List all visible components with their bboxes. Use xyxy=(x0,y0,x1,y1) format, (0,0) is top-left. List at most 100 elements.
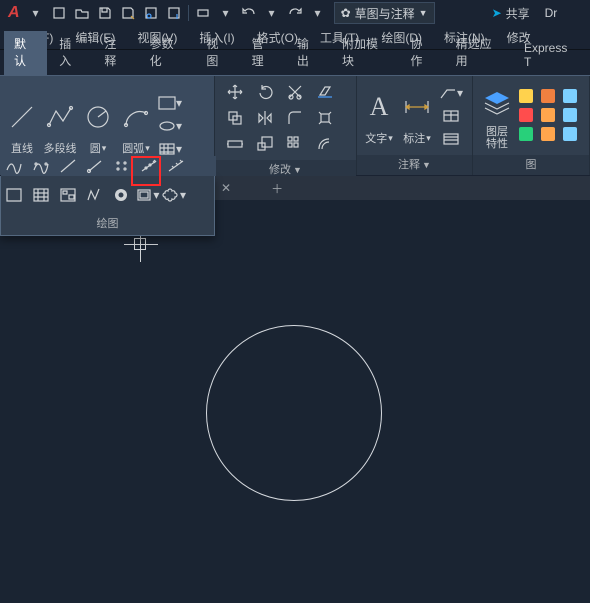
tool-text[interactable]: A 文字▾ xyxy=(361,85,397,146)
tool-ray[interactable] xyxy=(82,156,109,176)
panel-annotate: A 文字▾ 标注▾ ▾ 注释▼ xyxy=(357,76,473,175)
text-icon: A xyxy=(363,85,395,129)
layer-swatches xyxy=(519,89,581,143)
tool-fillet[interactable] xyxy=(281,106,309,130)
paperplane-icon: ➤ xyxy=(492,6,502,20)
tool-layer-properties[interactable]: 图层 特性 xyxy=(477,81,517,150)
tool-xline[interactable] xyxy=(55,156,82,176)
tool-measure[interactable] xyxy=(162,156,189,176)
line-icon xyxy=(6,95,38,139)
tool-dimension[interactable]: 标注▾ xyxy=(399,85,435,146)
tab-parametric[interactable]: 参数化 xyxy=(140,31,195,75)
layer-swatch[interactable] xyxy=(563,89,577,103)
tab-manage[interactable]: 管理 xyxy=(242,31,285,75)
doc-tab-close-icon[interactable]: ✕ xyxy=(221,181,231,195)
gear-icon: ✿ xyxy=(341,6,351,20)
tool-offset[interactable] xyxy=(311,132,339,156)
polyline-icon xyxy=(44,95,76,139)
circle-icon xyxy=(82,95,114,139)
layer-swatch[interactable] xyxy=(563,108,577,122)
tool-ellipse[interactable]: ▾ xyxy=(158,115,182,137)
tool-explode[interactable] xyxy=(311,106,339,130)
tool-point-multi[interactable] xyxy=(109,156,136,176)
tool-rotate[interactable] xyxy=(251,80,279,104)
tool-rectangle[interactable]: ▾ xyxy=(158,92,182,114)
tool-spline-cv[interactable] xyxy=(28,156,55,176)
draw-extra-col: ▾ ▾ ▾ xyxy=(156,90,184,162)
tab-featured[interactable]: 精选应用 xyxy=(446,31,512,75)
share-button[interactable]: ➤ 共享 xyxy=(492,5,530,22)
tool-polyline[interactable]: 多段线 xyxy=(42,95,78,156)
tool-array[interactable] xyxy=(281,132,309,156)
app-logo: A xyxy=(4,4,24,22)
tab-insert[interactable]: 插入 xyxy=(49,31,92,75)
undo-icon[interactable] xyxy=(238,2,260,24)
tool-trim[interactable] xyxy=(281,80,309,104)
save-icon[interactable] xyxy=(94,2,116,24)
layer-swatch[interactable] xyxy=(519,89,533,103)
chevron-down-icon[interactable]: ▾ xyxy=(215,2,237,24)
doc-tab-add-icon[interactable]: ＋ xyxy=(271,180,283,197)
tab-view[interactable]: 视图 xyxy=(196,31,239,75)
tool-table[interactable] xyxy=(439,105,463,127)
chevron-placeholder xyxy=(189,156,216,176)
ribbon-tabstrip: 默认 插入 注释 参数化 视图 管理 输出 附加模块 协作 精选应用 Expre… xyxy=(0,50,590,76)
tool-spline-fit[interactable] xyxy=(1,156,28,176)
tool-revcloud[interactable]: ▾ xyxy=(161,176,188,214)
saveas-icon[interactable] xyxy=(117,2,139,24)
tab-collab[interactable]: 协作 xyxy=(400,31,443,75)
chevron-down-icon[interactable]: ▾ xyxy=(307,2,329,24)
flyout-more[interactable] xyxy=(187,176,214,214)
dimension-icon xyxy=(401,85,433,129)
drawn-circle xyxy=(206,325,382,501)
panel-annotate-title[interactable]: 注释▼ xyxy=(357,155,472,175)
tool-leader[interactable]: ▾ xyxy=(439,82,463,104)
panel-layers: 图层 特性 图 xyxy=(473,76,590,175)
plot-icon[interactable] xyxy=(192,2,214,24)
tool-copy[interactable] xyxy=(221,106,249,130)
tab-annotate[interactable]: 注释 xyxy=(94,31,137,75)
chevron-down-icon: ▼ xyxy=(419,8,428,18)
chevron-down-icon[interactable]: ▾ xyxy=(25,2,47,24)
tab-default[interactable]: 默认 xyxy=(4,31,47,75)
tool-wipeout[interactable] xyxy=(54,176,81,214)
layer-swatch[interactable] xyxy=(541,108,555,122)
layer-swatch[interactable] xyxy=(563,127,577,141)
tool-erase[interactable] xyxy=(311,80,339,104)
tool-mirror[interactable] xyxy=(251,106,279,130)
web-open-icon[interactable] xyxy=(140,2,162,24)
tool-arc[interactable]: 圆弧▾ xyxy=(118,95,154,156)
tool-move[interactable] xyxy=(221,80,249,104)
tool-line[interactable]: 直线 xyxy=(4,95,40,156)
layer-swatch[interactable] xyxy=(519,108,533,122)
layer-swatch[interactable] xyxy=(519,127,533,141)
tool-stretch[interactable] xyxy=(221,132,249,156)
web-save-icon[interactable] xyxy=(163,2,185,24)
tool-table2[interactable] xyxy=(439,128,463,150)
tool-region[interactable] xyxy=(1,176,28,214)
workspace-selector[interactable]: ✿ 草图与注释 ▼ xyxy=(334,2,435,24)
tool-scale[interactable] xyxy=(251,132,279,156)
tool-3dpoly[interactable] xyxy=(81,176,108,214)
separator xyxy=(188,5,189,21)
tab-addins[interactable]: 附加模块 xyxy=(332,31,398,75)
tab-express[interactable]: Express T xyxy=(514,37,586,75)
layer-swatch[interactable] xyxy=(541,127,555,141)
open-icon[interactable] xyxy=(71,2,93,24)
tool-donut[interactable] xyxy=(108,176,135,214)
drawing-canvas[interactable]: 软件自学网 WWW.RJZXW.COM xyxy=(0,200,590,603)
tool-hatch2[interactable] xyxy=(28,176,55,214)
share-label: 共享 xyxy=(506,5,530,22)
flyout-title[interactable]: 绘图 xyxy=(1,214,214,234)
tool-circle[interactable]: 圆▾ xyxy=(80,95,116,156)
tool-boundary[interactable]: ▾ xyxy=(134,176,161,214)
layer-swatch[interactable] xyxy=(541,89,555,103)
panel-layers-title[interactable]: 图 xyxy=(473,155,589,175)
tab-output[interactable]: 输出 xyxy=(287,31,330,75)
redo-icon[interactable] xyxy=(284,2,306,24)
chevron-down-icon[interactable]: ▾ xyxy=(261,2,283,24)
new-icon[interactable] xyxy=(48,2,70,24)
document-title: Dr xyxy=(545,6,558,20)
tool-divide[interactable] xyxy=(135,156,162,176)
panel-modify: 修改▼ xyxy=(215,76,357,175)
